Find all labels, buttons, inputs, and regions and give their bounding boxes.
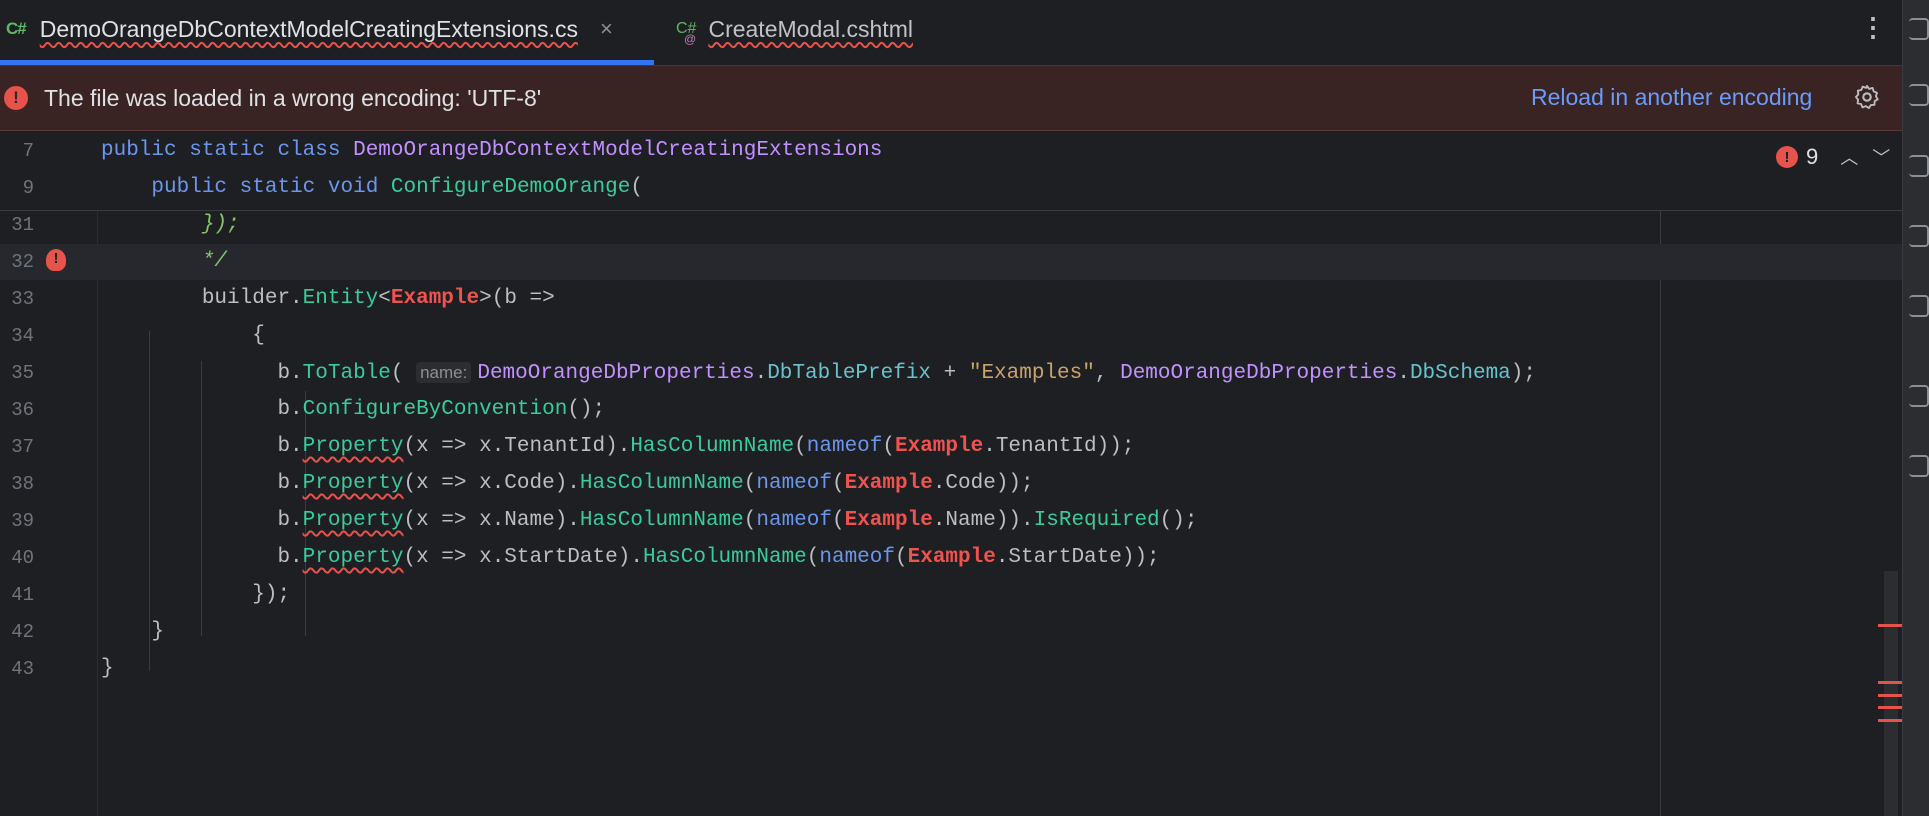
line-number: 41 <box>11 584 34 606</box>
code-editor[interactable]: 7 public static class DemoOrangeDbContex… <box>0 131 1902 816</box>
tool-window-icon[interactable] <box>1909 295 1929 317</box>
tool-window-icon[interactable] <box>1909 385 1929 407</box>
error-bulb-icon[interactable]: ! <box>46 249 66 271</box>
more-options-icon[interactable]: ⋮ <box>1860 12 1886 42</box>
close-tab-icon[interactable]: × <box>600 16 613 42</box>
gear-icon[interactable] <box>1853 83 1881 111</box>
line-number: 34 <box>11 325 34 347</box>
right-tool-strip <box>1902 0 1929 816</box>
csharp-file-icon: C# <box>6 19 27 38</box>
parameter-hint: name: <box>416 362 472 383</box>
code-line[interactable]: 40 b.Property(x => x.StartDate).HasColum… <box>0 540 1902 576</box>
code-line[interactable]: 39 b.Property(x => x.Name).HasColumnName… <box>0 503 1902 539</box>
tab-demo-orange-extensions[interactable]: C# DemoOrangeDbContextModelCreatingExten… <box>0 0 654 65</box>
inspection-count: 9 <box>1806 144 1819 169</box>
inspections-widget[interactable]: ! 9 ︿ ﹀ <box>1776 144 1890 170</box>
code-line[interactable]: 9 public static void ConfigureDemoOrange… <box>0 170 1902 206</box>
line-number: 7 <box>22 140 34 162</box>
code-line[interactable]: 41 }); <box>0 577 1902 613</box>
tab-create-modal[interactable]: C# @ CreateModal.cshtml <box>676 0 913 58</box>
code-line[interactable]: 7 public static class DemoOrangeDbContex… <box>0 133 1902 169</box>
error-stripe-marker[interactable] <box>1878 719 1902 722</box>
line-number: 35 <box>11 362 34 384</box>
tool-window-icon[interactable] <box>1909 225 1929 247</box>
code-line[interactable]: 35 b.ToTable( name: DemoOrangeDbPropertie… <box>0 355 1902 391</box>
code-line[interactable]: 31 }); <box>0 207 1902 243</box>
chevron-down-icon[interactable]: ﹀ <box>1872 144 1890 170</box>
code-line[interactable]: 42 } <box>0 614 1902 650</box>
class-name: DemoOrangeDbContextModelCreatingExtensio… <box>353 139 883 162</box>
reload-encoding-link[interactable]: Reload in another encoding <box>1531 84 1812 111</box>
line-number: 43 <box>11 658 34 680</box>
tab-label: DemoOrangeDbContextModelCreatingExtensio… <box>39 15 578 42</box>
razor-file-icon: C# @ <box>676 20 697 46</box>
tool-window-icon[interactable] <box>1909 18 1929 40</box>
code-line[interactable]: 33 builder.Entity<Example>(b => <box>0 281 1902 317</box>
error-stripe-marker[interactable] <box>1878 681 1902 684</box>
method-name: ConfigureDemoOrange <box>390 176 631 199</box>
active-tab-indicator <box>0 60 654 65</box>
code-line[interactable]: 38 b.Property(x => x.Code).HasColumnName… <box>0 466 1902 502</box>
tool-window-icon[interactable] <box>1909 455 1929 477</box>
tool-window-icon[interactable] <box>1909 84 1929 106</box>
editor-tab-bar: C# DemoOrangeDbContextModelCreatingExten… <box>0 0 1902 66</box>
line-number: 38 <box>11 473 34 495</box>
code-line-current[interactable]: 32 */ <box>0 244 1902 280</box>
error-stripe-marker[interactable] <box>1878 694 1902 697</box>
error-icon: ! <box>1776 146 1798 168</box>
line-number: 33 <box>11 288 34 310</box>
sticky-scroll-header: 7 public static class DemoOrangeDbContex… <box>0 131 1902 211</box>
line-number: 32 <box>11 251 34 273</box>
line-number: 36 <box>11 399 34 421</box>
database-icon[interactable] <box>1909 155 1929 177</box>
line-number: 37 <box>11 436 34 458</box>
chevron-up-icon[interactable]: ︿ <box>1840 144 1858 170</box>
tab-label: CreateModal.cshtml <box>708 15 913 42</box>
code-line[interactable]: 43 } <box>0 651 1902 687</box>
error-stripe-marker[interactable] <box>1878 706 1902 709</box>
error-icon: ! <box>4 86 28 110</box>
line-number: 42 <box>11 621 34 643</box>
code-line[interactable]: 37 b.Property(x => x.TenantId).HasColumn… <box>0 429 1902 465</box>
error-stripe-marker[interactable] <box>1878 624 1902 627</box>
line-number: 39 <box>11 510 34 532</box>
line-number: 9 <box>22 177 34 199</box>
banner-message: The file was loaded in a wrong encoding:… <box>44 84 542 111</box>
encoding-warning-banner: ! The file was loaded in a wrong encodin… <box>0 66 1902 131</box>
line-number: 40 <box>11 547 34 569</box>
line-number: 31 <box>11 214 34 236</box>
code-line[interactable]: 34 { <box>0 318 1902 354</box>
code-line[interactable]: 36 b.ConfigureByConvention(); <box>0 392 1902 428</box>
